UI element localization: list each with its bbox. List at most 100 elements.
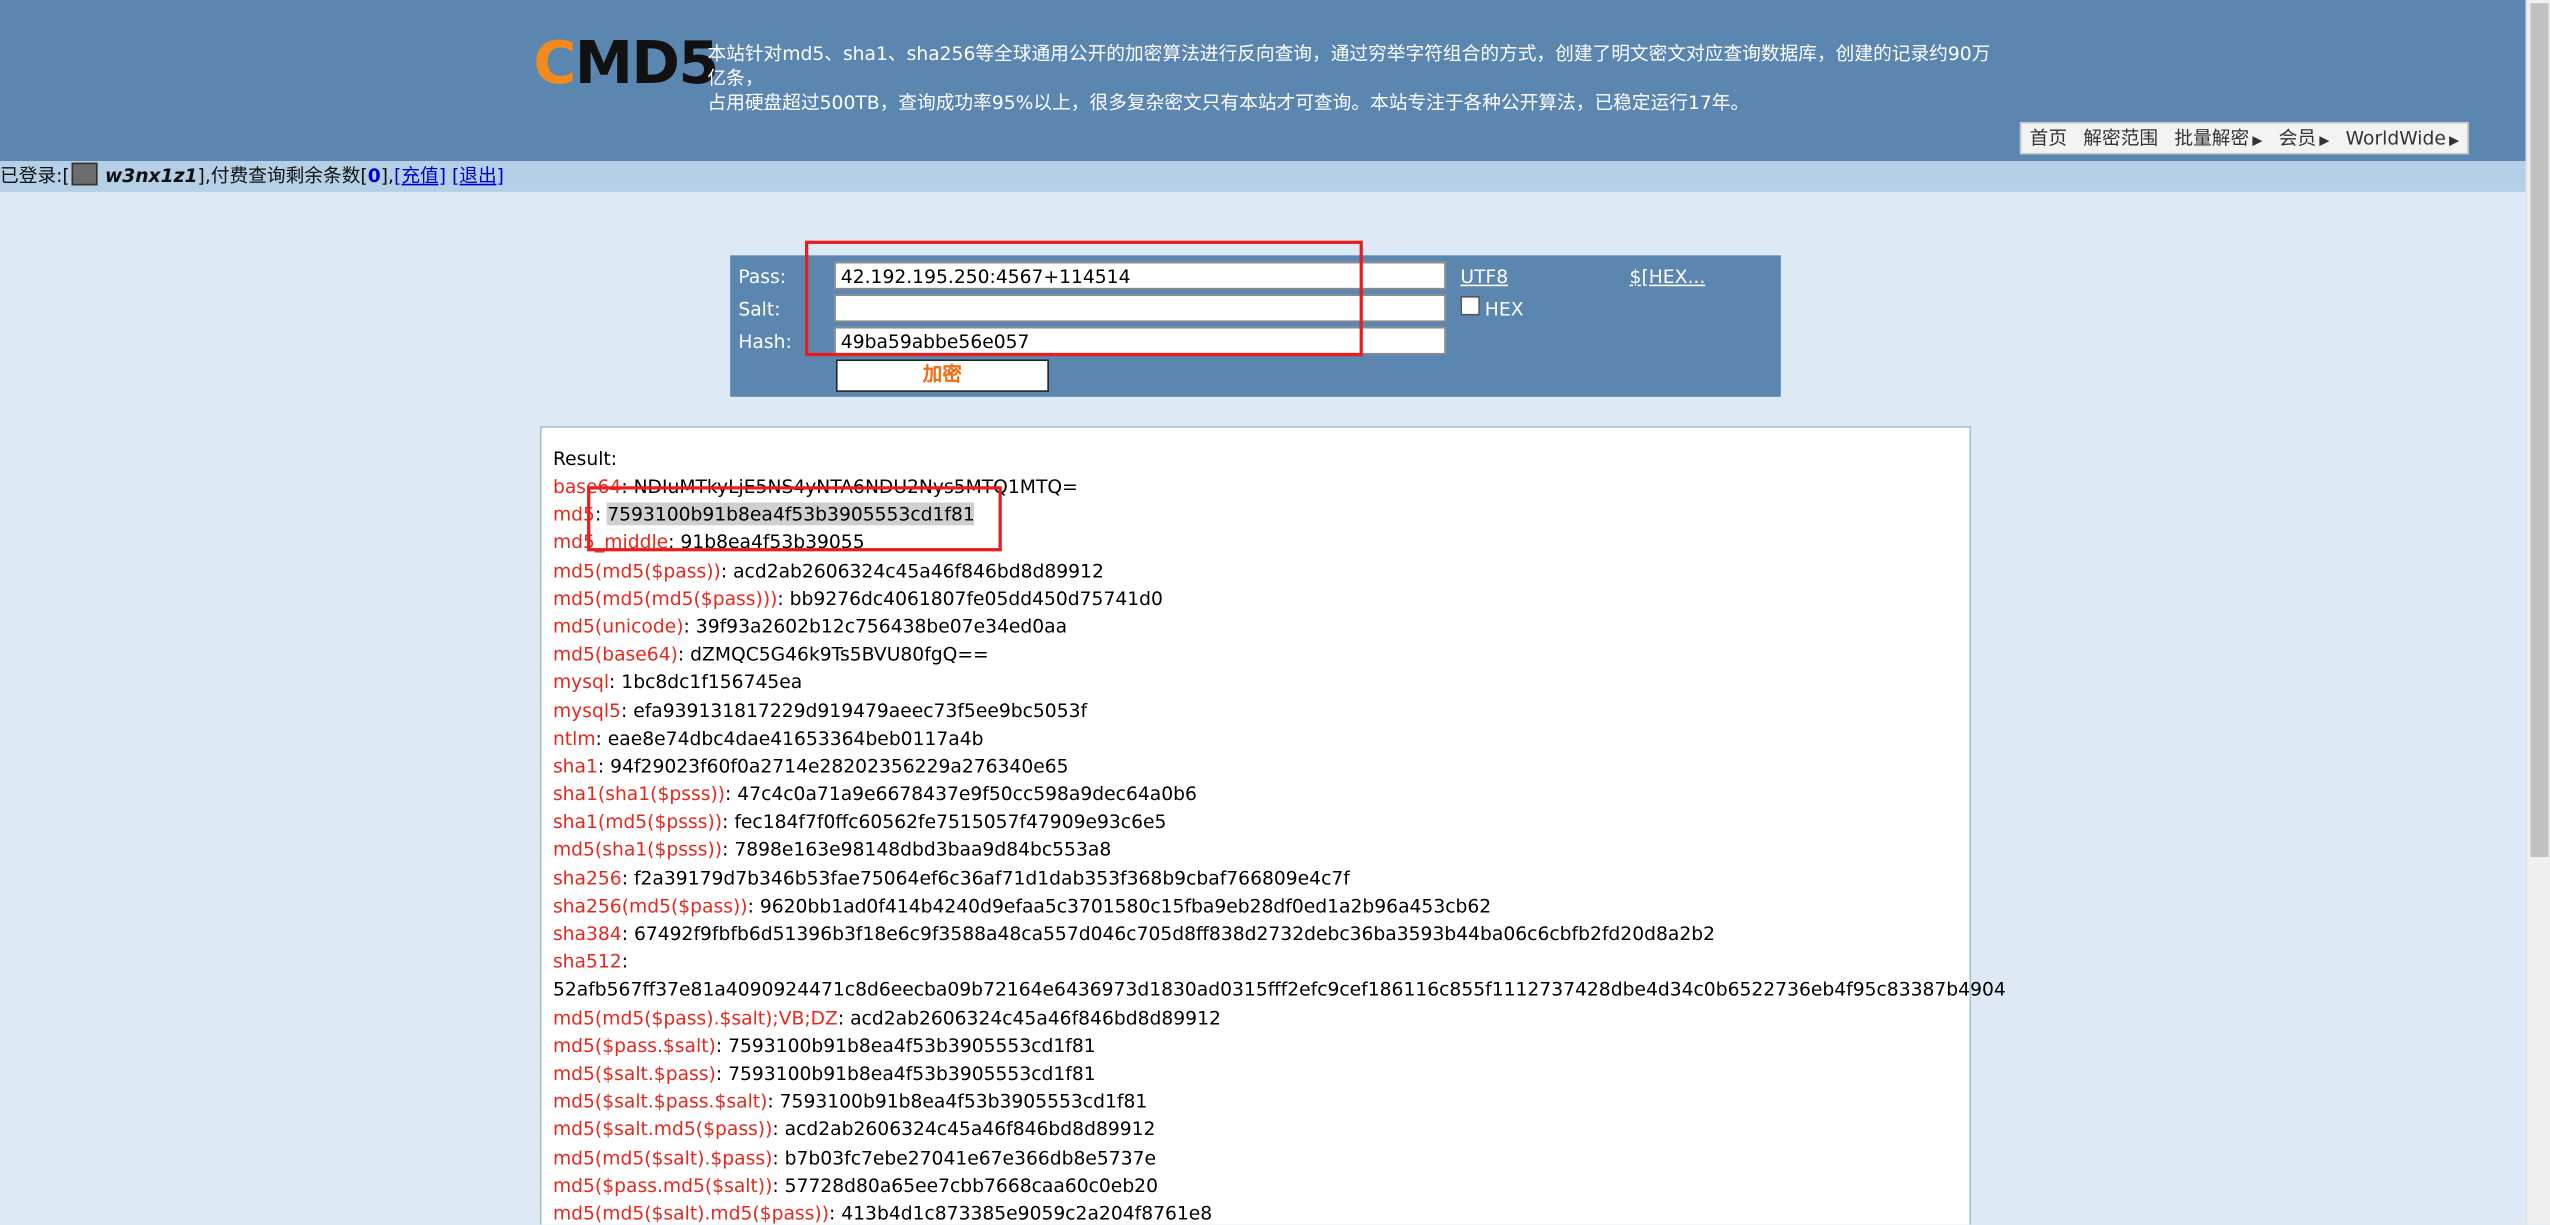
result-key[interactable]: md5($salt.$pass.$salt) xyxy=(553,1090,767,1113)
result-separator: : xyxy=(772,1117,785,1141)
encrypt-button[interactable]: 加密 xyxy=(835,359,1049,392)
result-separator: : xyxy=(772,1173,785,1197)
result-value[interactable]: acd2ab2606324c45a46f846bd8d89912 xyxy=(733,559,1104,582)
nav-member[interactable]: 会员 ▶ xyxy=(2271,125,2338,151)
result-separator: : xyxy=(829,1201,842,1225)
nav-home[interactable]: 首页 xyxy=(2021,125,2075,151)
result-separator: : xyxy=(609,670,622,694)
logout-link[interactable]: [退出] xyxy=(452,164,504,187)
result-key[interactable]: base64 xyxy=(553,475,621,498)
result-value[interactable]: 9620bb1ad0f414b4240d9efaa5c3701580c15fba… xyxy=(760,894,1491,917)
result-value[interactable]: 7593100b91b8ea4f53b3905553cd1f81 xyxy=(780,1090,1148,1113)
nav-batch-decrypt[interactable]: 批量解密 ▶ xyxy=(2166,125,2270,151)
result-row: md5(md5($salt).md5($pass)): 413b4d1c8733… xyxy=(553,1200,1968,1225)
result-value[interactable]: 1bc8dc1f156745ea xyxy=(621,671,802,694)
result-value[interactable]: NDIuMTkyLjE5NS4yNTA6NDU2Nys5MTQ1MTQ= xyxy=(634,475,1078,498)
hex-link[interactable]: $[HEX... xyxy=(1630,265,1706,288)
result-row: md5(md5($pass).$salt);VB;DZ: acd2ab26063… xyxy=(553,1004,1968,1032)
result-value[interactable]: 47c4c0a71a9e6678437e9f50cc598a9dec64a0b6 xyxy=(737,782,1197,805)
result-key[interactable]: sha512 xyxy=(553,950,622,973)
result-key[interactable]: md5(base64) xyxy=(553,643,678,666)
result-key[interactable]: md5(unicode) xyxy=(553,615,684,638)
result-value[interactable]: fec184f7f0ffc60562fe7515057f47909e93c6e5 xyxy=(734,810,1166,833)
result-separator: : xyxy=(722,838,735,862)
result-row: mysql5: efa939131817229d919479aeec73f5ee… xyxy=(553,697,1968,725)
result-row: md5(md5(md5($pass))): bb9276dc4061807fe0… xyxy=(553,585,1968,613)
result-separator: : xyxy=(715,1061,729,1085)
result-value[interactable]: 7593100b91b8ea4f53b3905553cd1f81 xyxy=(728,1034,1096,1057)
hash-input[interactable]: 49ba59abbe56e057 xyxy=(834,326,1446,355)
result-value[interactable]: 67492f9fbfb6d51396b3f18e6c9f3588a48ca557… xyxy=(634,922,1715,945)
result-row: sha256: f2a39179d7b346b53fae75064ef6c36a… xyxy=(553,865,1968,893)
result-row: sha1: 94f29023f60f0a2714e28202356229a276… xyxy=(553,753,1968,781)
result-key[interactable]: ntlm xyxy=(553,726,596,749)
nav-worldwide-label: WorldWide xyxy=(2345,126,2446,150)
hex-checkbox[interactable] xyxy=(1460,295,1480,316)
result-value[interactable]: 7593100b91b8ea4f53b3905553cd1f81 xyxy=(607,502,975,526)
nav-member-label: 会员 xyxy=(2278,126,2317,150)
scrollbar-thumb[interactable] xyxy=(2530,3,2549,858)
result-row: sha1(sha1($psss)): 47c4c0a71a9e6678437e9… xyxy=(553,781,1968,809)
result-value[interactable]: b7b03fc7ebe27041e67e366db8e5737e xyxy=(785,1146,1156,1169)
result-key[interactable]: md5(md5(md5($pass))) xyxy=(553,587,777,610)
result-key[interactable]: sha384 xyxy=(553,922,622,945)
result-value[interactable]: 57728d80a65ee7cbb7668caa60c0eb20 xyxy=(785,1174,1158,1197)
result-value[interactable]: 39f93a2602b12c756438be07e34ed0aa xyxy=(696,615,1067,638)
result-key[interactable]: sha1(md5($psss)) xyxy=(553,810,722,833)
result-value[interactable]: 413b4d1c873385e9059c2a204f8761e8 xyxy=(841,1202,1212,1225)
result-separator: : xyxy=(837,1006,851,1029)
tagline-line-2: 占用硬盘超过500TB，查询成功率95%以上，很多复杂密文只有本站才可查询。本站… xyxy=(707,91,1750,114)
result-value[interactable]: 7898e163e98148dbd3baa9d84bc553a8 xyxy=(734,838,1111,861)
result-key[interactable]: md5(md5($pass)) xyxy=(553,559,721,582)
vertical-scrollbar[interactable] xyxy=(2525,0,2550,1225)
result-key[interactable]: md5(md5($salt).md5($pass)) xyxy=(553,1202,829,1225)
result-separator: : xyxy=(683,614,696,638)
result-key[interactable]: sha1(sha1($psss)) xyxy=(553,782,725,805)
result-key[interactable]: mysql5 xyxy=(553,698,621,721)
result-value[interactable]: eae8e74dbc4dae41653364beb0117a4b xyxy=(608,726,984,749)
utf8-link[interactable]: UTF8 xyxy=(1460,265,1508,288)
salt-input[interactable] xyxy=(834,294,1446,323)
result-key[interactable]: md5 xyxy=(553,503,595,526)
login-close: ], xyxy=(380,164,395,188)
result-header: Result: xyxy=(552,447,618,471)
site-tagline: 本站针对md5、sha1、sha256等全球通用公开的加密算法进行反向查询，通过… xyxy=(707,42,2008,115)
result-key[interactable]: md5($salt.$pass) xyxy=(553,1062,716,1085)
result-value[interactable]: 52afb567ff37e81a4090924471c8d6eecba09b72… xyxy=(553,976,2006,1004)
result-list: base64: NDIuMTkyLjE5NS4yNTA6NDU2Nys5MTQ1… xyxy=(553,473,2006,1225)
result-key[interactable]: md5_middle xyxy=(553,531,668,554)
result-key[interactable]: md5($salt.md5($pass)) xyxy=(553,1118,772,1141)
result-key[interactable]: md5(md5($salt).$pass) xyxy=(553,1146,772,1169)
recharge-link[interactable]: [充值] xyxy=(394,164,446,187)
result-key[interactable]: md5($pass.$salt) xyxy=(553,1034,716,1057)
result-key[interactable]: sha1 xyxy=(553,754,598,777)
result-value[interactable]: 7593100b91b8ea4f53b3905553cd1f81 xyxy=(728,1062,1096,1085)
login-status-bar: 已登录:[ w3nx1z1],付费查询剩余条数[0],[充值] [退出] xyxy=(0,161,2526,192)
result-key[interactable]: md5(sha1($psss)) xyxy=(553,838,722,861)
result-key[interactable]: md5($pass.md5($salt)) xyxy=(553,1174,772,1197)
result-value[interactable]: bb9276dc4061807fe05dd450d75741d0 xyxy=(790,587,1163,610)
result-value[interactable]: acd2ab2606324c45a46f846bd8d89912 xyxy=(785,1118,1156,1141)
result-row: ntlm: eae8e74dbc4dae41653364beb0117a4b xyxy=(553,725,1968,753)
result-key[interactable]: sha256(md5($pass)) xyxy=(553,894,748,917)
result-value[interactable]: efa939131817229d919479aeec73f5ee9bc5053f xyxy=(633,698,1087,721)
nav-decrypt-range[interactable]: 解密范围 xyxy=(2075,125,2166,151)
result-separator: : xyxy=(597,754,611,778)
nav-worldwide[interactable]: WorldWide ▶ xyxy=(2338,127,2468,150)
result-key[interactable]: mysql xyxy=(553,671,609,694)
result-value[interactable]: 94f29023f60f0a2714e28202356229a276340e65 xyxy=(610,754,1068,777)
result-value[interactable]: acd2ab2606324c45a46f846bd8d89912 xyxy=(850,1006,1221,1029)
site-logo[interactable]: CMD5 xyxy=(533,32,719,98)
result-panel: Result: base64: NDIuMTkyLjE5NS4yNTA6NDU2… xyxy=(539,426,2006,1225)
result-key[interactable]: md5(md5($pass).$salt);VB;DZ xyxy=(553,1006,838,1029)
result-row: sha256(md5($pass)): 9620bb1ad0f414b4240d… xyxy=(553,893,1968,921)
pass-input[interactable]: 42.192.195.250:4567+114514 xyxy=(834,261,1446,290)
result-separator: : xyxy=(594,502,608,526)
result-row: md5(unicode): 39f93a2602b12c756438be07e3… xyxy=(553,613,1968,641)
result-key[interactable]: sha256 xyxy=(553,866,622,889)
result-row: mysql: 1bc8dc1f156745ea xyxy=(553,669,1968,697)
result-value[interactable]: 91b8ea4f53b39055 xyxy=(680,531,864,554)
triangle-right-icon: ▶ xyxy=(2319,133,2330,148)
result-value[interactable]: f2a39179d7b346b53fae75064ef6c36af71d1dab… xyxy=(634,866,1350,889)
result-value[interactable]: dZMQC5G46k9Ts5BVU80fgQ== xyxy=(690,643,989,666)
